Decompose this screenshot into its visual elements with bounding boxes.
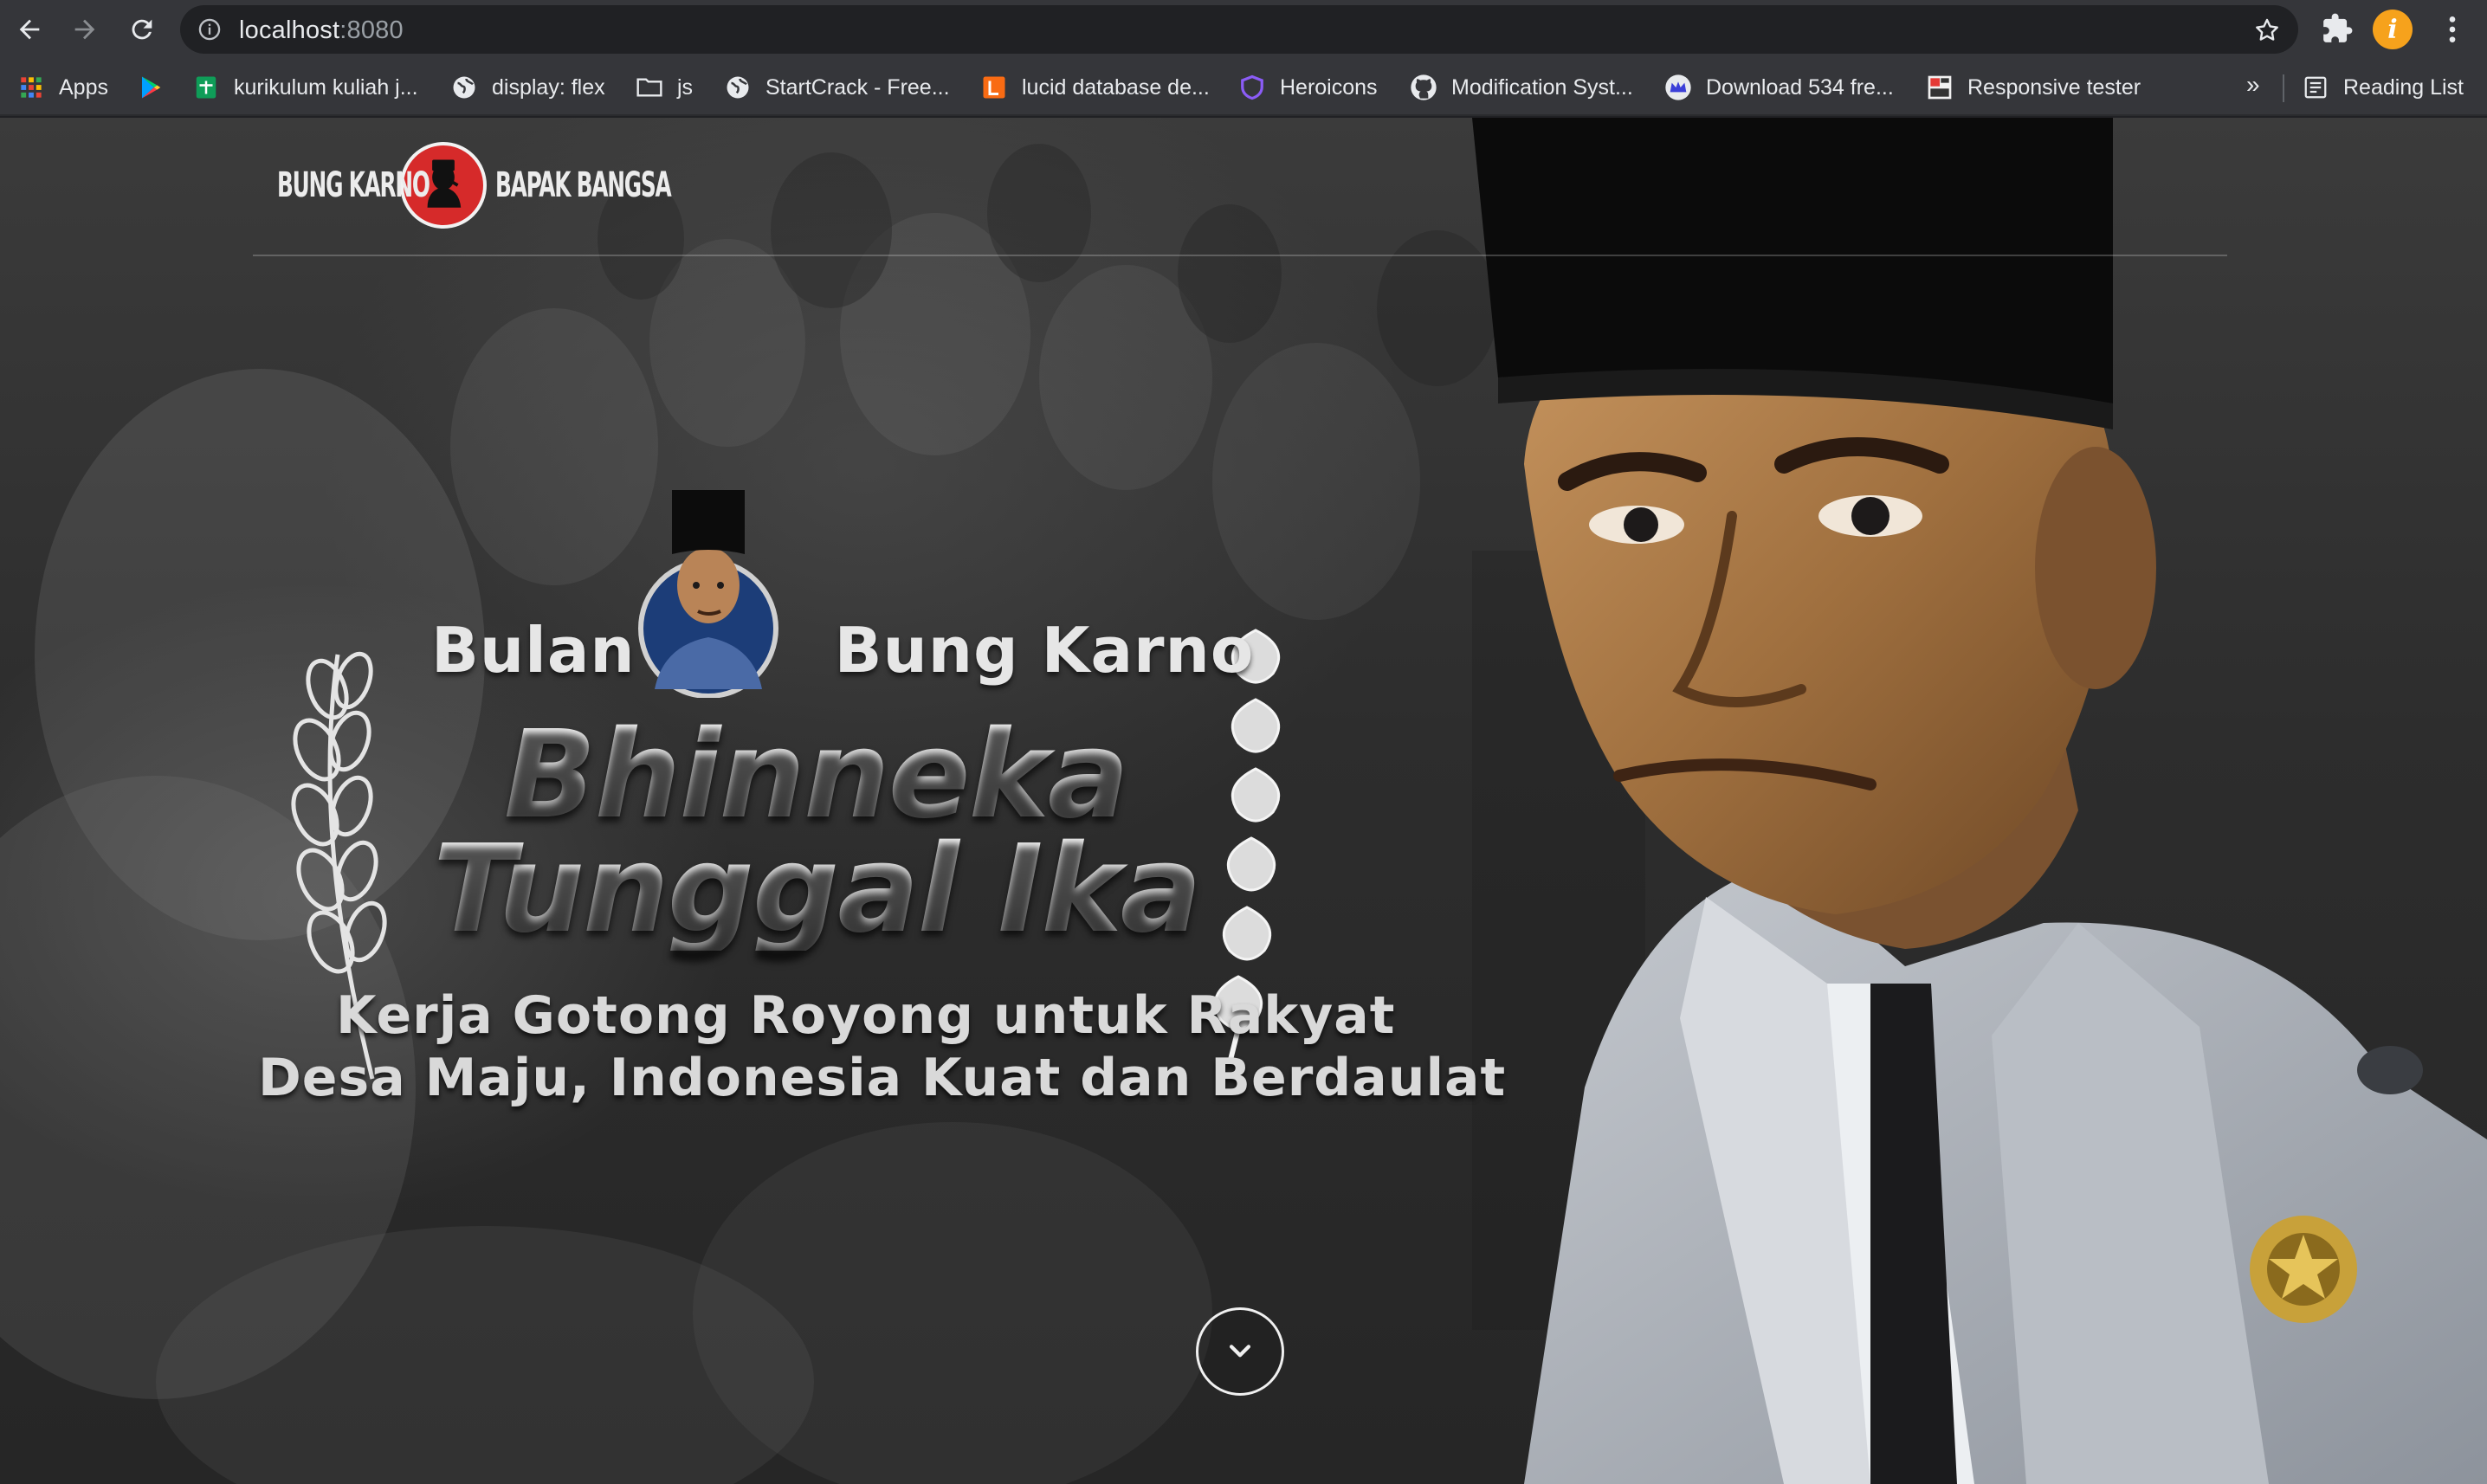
bookmark-js[interactable]: js: [636, 70, 693, 105]
reload-icon: [132, 19, 152, 40]
bookmark-label: js: [677, 74, 694, 100]
bookmark-label: lucid database de...: [1022, 74, 1210, 100]
bookmark-label: StartCrack - Free...: [765, 74, 950, 100]
bookmark-kurikulum[interactable]: kurikulum kuliah j...: [192, 70, 418, 105]
github-icon: [1410, 74, 1437, 101]
bookmark-apps[interactable]: Apps: [17, 70, 108, 105]
page-viewport: BUNG KARNO BAPAK BANGSA Bulan Bung Karno…: [0, 118, 2487, 1484]
heroicons-icon: [1238, 74, 1266, 101]
scroll-down-button[interactable]: [1196, 1307, 1284, 1396]
bookmark-star-icon[interactable]: [2253, 16, 2281, 44]
reading-list-label: Reading List: [2343, 74, 2464, 100]
hero-word-bung-karno: Bung Karno: [834, 614, 1255, 687]
bookmark-lucid[interactable]: lucid database de...: [980, 70, 1210, 105]
apps-grid-icon: [17, 74, 45, 101]
extensions-puzzle-icon[interactable]: [2321, 12, 2354, 45]
logo-text-left: BUNG KARNO: [277, 165, 430, 205]
arrow-right-icon: [74, 19, 95, 40]
crown-icon: [1664, 74, 1692, 101]
bookmark-label: display: flex: [492, 74, 605, 100]
bookmark-responsive[interactable]: Responsive tester: [1926, 70, 2141, 105]
responsive-icon: [1926, 74, 1954, 101]
logo-text-left-wrap: BUNG KARNO: [277, 165, 430, 205]
back-button[interactable]: [12, 12, 47, 47]
reading-list-button[interactable]: Reading List: [2302, 70, 2464, 105]
bookmark-label: Modification Syst...: [1451, 74, 1633, 100]
bookmarks-overflow-button[interactable]: »: [2246, 71, 2260, 99]
url-port: :8080: [339, 16, 404, 44]
hero-subtitle-line1: Kerja Gotong Royong untuk Rakyat: [336, 985, 1396, 1046]
site-logo[interactable]: BUNG KARNO BAPAK BANGSA: [277, 140, 778, 230]
bookmark-label: Download 534 fre...: [1706, 74, 1894, 100]
bookmark-play[interactable]: [137, 70, 178, 105]
address-bar[interactable]: localhost:8080: [180, 5, 2298, 54]
globe-icon: [450, 74, 478, 101]
sheets-icon: [192, 74, 220, 101]
hero-word-bulan: Bulan: [431, 614, 636, 687]
bookmark-label: Apps: [59, 74, 108, 100]
lucid-icon: [980, 74, 1008, 101]
bung-karno-portrait: [1472, 118, 2487, 1484]
hero-title-line1: Bhinneka: [504, 705, 1129, 846]
hero-title-line2: Tunggal Ika: [433, 819, 1202, 960]
bookmark-modification[interactable]: Modification Syst...: [1410, 70, 1633, 105]
globe-icon: [724, 74, 752, 101]
arrow-left-icon: [19, 19, 40, 40]
logo-text-right: BAPAK BANGSA: [495, 165, 672, 205]
site-header: BUNG KARNO BAPAK BANGSA: [253, 118, 2227, 256]
url-text[interactable]: localhost:8080: [239, 16, 404, 45]
forward-button[interactable]: [68, 12, 102, 47]
bookmark-display-flex[interactable]: display: flex: [450, 70, 605, 105]
browser-toolbar: localhost:8080 i: [0, 0, 2487, 59]
bookmark-label: Heroicons: [1280, 74, 1378, 100]
more-vertical-icon[interactable]: [2435, 12, 2470, 47]
bookmark-download[interactable]: Download 534 fre...: [1664, 70, 1894, 105]
bookmark-label: Responsive tester: [1967, 74, 2141, 100]
reading-list-icon: [2302, 74, 2329, 101]
folder-icon: [636, 74, 663, 101]
bookmark-heroicons[interactable]: Heroicons: [1238, 70, 1378, 105]
bookmarks-divider: [2283, 74, 2284, 102]
profile-avatar[interactable]: i: [2373, 10, 2413, 49]
hero-heading-row: Bulan Bung Karno: [431, 585, 1254, 715]
info-icon[interactable]: [197, 17, 222, 42]
bookmark-startcrack[interactable]: StartCrack - Free...: [724, 70, 950, 105]
chevron-down-icon: [1229, 1345, 1251, 1358]
play-store-icon: [137, 74, 165, 101]
bookmark-label: kurikulum kuliah j...: [234, 74, 418, 100]
reload-button[interactable]: [125, 12, 159, 47]
url-host: localhost: [239, 16, 340, 44]
hero-subtitle-line2: Desa Maju, Indonesia Kuat dan Berdaulat: [258, 1048, 1507, 1108]
bookmarks-bar: Apps kurikulum kuliah j... display: flex…: [0, 59, 2487, 116]
